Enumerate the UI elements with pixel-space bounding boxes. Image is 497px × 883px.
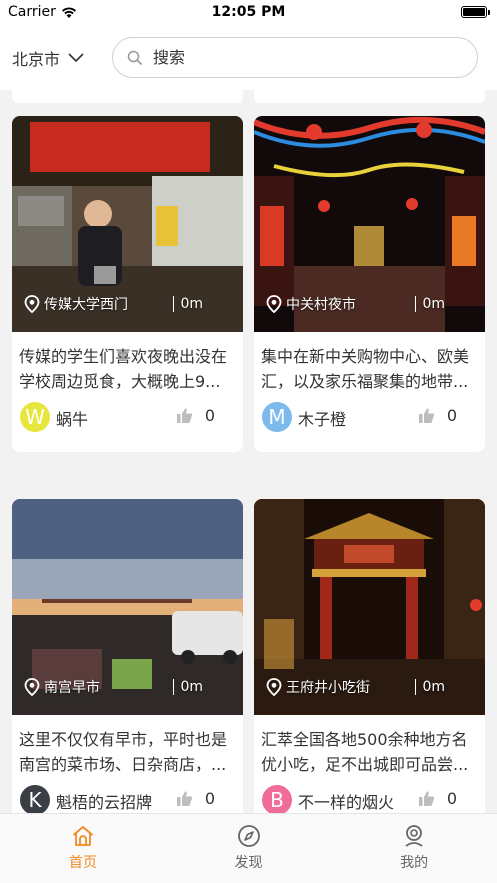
location-name: 王府井小吃街 [286,680,370,696]
location-pin-icon [266,295,282,313]
tab-home-label: 首页 [68,855,97,871]
avatar[interactable]: W [20,402,50,432]
avatar[interactable]: K [20,785,50,813]
location-pin-icon [24,678,40,696]
card-top-partial[interactable] [254,90,485,103]
location-pin-icon [266,678,282,696]
card-top-partial[interactable] [12,90,243,103]
card-description: 传媒的学生们喜欢夜晚出没在学校周边觅食，大概晚上9... [19,347,228,391]
tab-discover-label: 发现 [234,855,263,871]
city-label: 北京市 [12,50,61,69]
card-image: 王府井小吃街 0m [254,499,485,715]
home-icon [72,826,93,846]
like-count: 0 [446,789,457,808]
status-bar: Carrier 12:05 PM [0,0,497,26]
location-tag: 中关村夜市 0m [266,290,485,318]
search-input[interactable] [153,48,433,67]
card-image: 传媒大学西门 0m [12,116,243,332]
avatar[interactable]: M [262,402,292,432]
like-count: 0 [204,406,215,425]
like-button[interactable]: 0 [418,406,457,425]
chevron-down-icon [68,53,84,63]
like-button[interactable]: 0 [176,789,215,808]
location-tag: 南宫早市 0m [24,673,243,701]
username: 蜗牛 [56,410,89,429]
tab-home[interactable]: 首页 [0,814,166,883]
distance-label: 0m [415,679,445,695]
thumbs-up-icon [418,791,434,806]
username: 不一样的烟火 [298,793,395,812]
avatar[interactable]: B [262,785,292,813]
card-description: 这里不仅仅有早市，平时也是南宫的菜市场、日杂商店，... [19,730,228,774]
like-button[interactable]: 0 [176,406,215,425]
feed-card[interactable]: 王府井小吃街 0m 汇萃全国各地500余种地方名优小吃，足不出城即可品尝... … [254,499,485,813]
distance-label: 0m [173,679,203,695]
card-description: 集中在新中关购物中心、欧美汇，以及家乐福聚集的地带... [261,347,470,391]
username: 魁梧的云招牌 [56,793,153,812]
location-name: 传媒大学西门 [44,297,128,313]
thumbs-up-icon [176,408,192,423]
tab-profile[interactable]: 我的 [331,814,497,883]
thumbs-up-icon [418,408,434,423]
location-name: 中关村夜市 [286,297,356,313]
city-selector[interactable]: 北京市 [12,46,84,70]
feed-card[interactable]: 南宫早市 0m 这里不仅仅有早市，平时也是南宫的菜市场、日杂商店，... K 魁… [12,499,243,813]
status-time: 12:05 PM [211,4,286,20]
like-button[interactable]: 0 [418,789,457,808]
thumbs-up-icon [176,791,192,806]
location-pin-icon [24,295,40,313]
profile-icon [405,825,423,847]
card-image: 中关村夜市 0m [254,116,485,332]
distance-label: 0m [173,296,203,312]
like-count: 0 [446,406,457,425]
username: 木子橙 [298,410,347,429]
battery-icon [461,6,490,18]
card-description: 汇萃全国各地500余种地方名优小吃，足不出城即可品尝... [261,730,469,774]
tab-bar: 首页 发现 我的 [0,813,497,883]
location-tag: 王府井小吃街 0m [266,673,485,701]
feed-grid: 传媒大学西门 0m 传媒的学生们喜欢夜晚出没在学校周边觅食，大概晚上9... W… [0,90,497,813]
compass-icon [237,825,260,847]
location-tag: 传媒大学西门 0m [24,290,243,318]
card-image: 南宫早市 0m [12,499,243,715]
distance-label: 0m [415,296,445,312]
tab-discover[interactable]: 发现 [166,814,332,883]
tab-profile-label: 我的 [400,855,429,871]
like-count: 0 [204,789,215,808]
feed-card[interactable]: 传媒大学西门 0m 传媒的学生们喜欢夜晚出没在学校周边觅食，大概晚上9... W… [12,116,243,452]
search-bar[interactable] [112,37,478,78]
location-name: 南宫早市 [44,680,100,696]
search-icon [127,50,143,65]
feed-card[interactable]: 中关村夜市 0m 集中在新中关购物中心、欧美汇，以及家乐福聚集的地带... M … [254,116,485,452]
top-bar: 北京市 [0,26,497,90]
